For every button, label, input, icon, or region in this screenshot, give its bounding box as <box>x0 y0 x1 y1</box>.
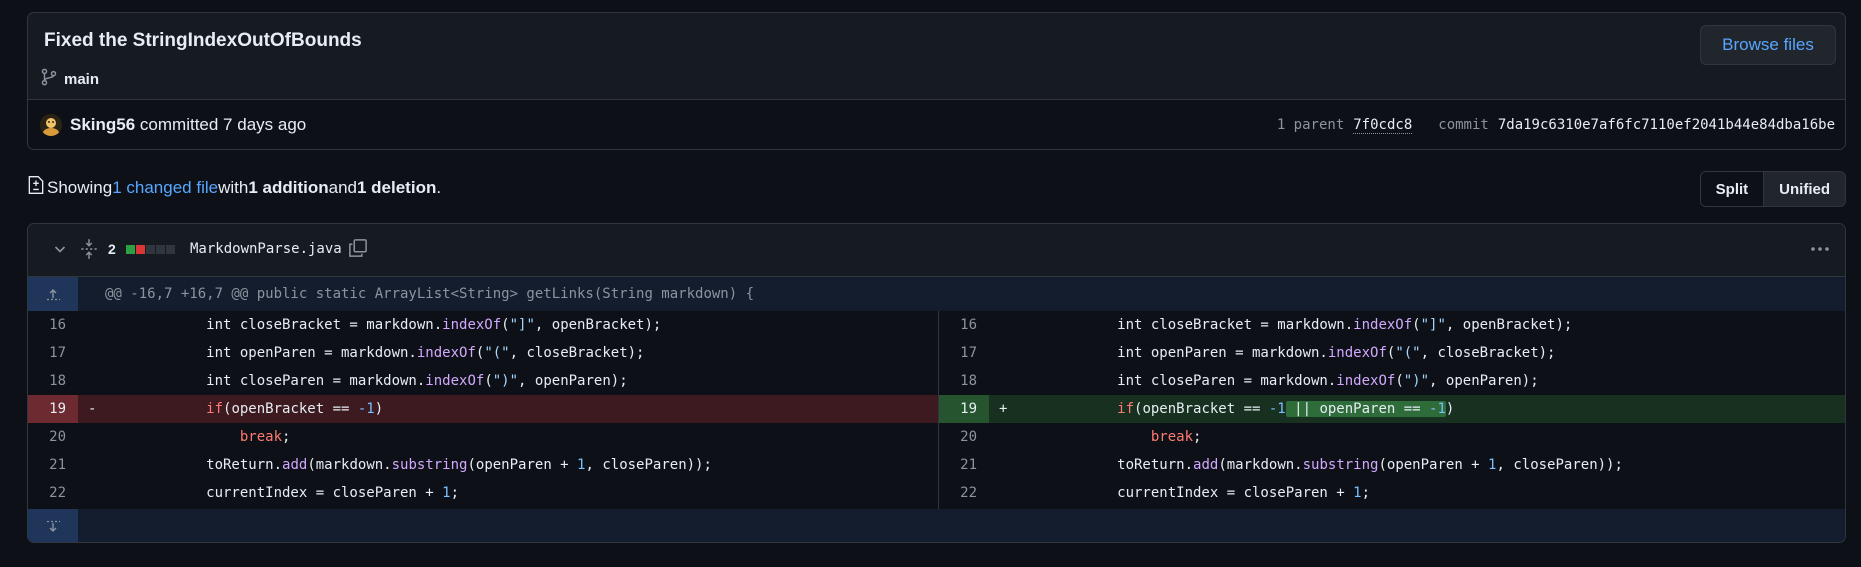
chevron-down-icon[interactable] <box>52 241 68 262</box>
line-number[interactable]: 21 <box>28 451 78 479</box>
commit-title: Fixed the StringIndexOutOfBounds <box>44 30 362 51</box>
addition-sign: + <box>999 401 1008 417</box>
code-line: break; <box>239 429 291 445</box>
line-number[interactable]: 19 <box>939 395 989 423</box>
code-line: int closeBracket = markdown.indexOf("]",… <box>1016 317 1573 333</box>
line-number[interactable]: 22 <box>939 479 989 507</box>
line-number[interactable]: 19 <box>28 395 78 423</box>
unified-view-button[interactable]: Unified <box>1764 172 1845 206</box>
expand-up-icon[interactable] <box>28 277 78 311</box>
code-line: int openParen = markdown.indexOf("(", cl… <box>1016 345 1556 361</box>
code-line: if(openBracket == -1 || openParen == -1) <box>1117 401 1455 417</box>
code-line: int closeBracket = markdown.indexOf("]",… <box>105 317 662 333</box>
summary-with: with <box>218 177 249 197</box>
diff-line-added: 19 + if(openBracket == -1 || openParen =… <box>939 395 1845 423</box>
diff-line: 18 int closeParen = markdown.indexOf(")"… <box>939 367 1845 395</box>
hunk-footer <box>28 509 1845 542</box>
changed-files-link[interactable]: 1 changed file <box>112 178 218 198</box>
git-branch-icon <box>40 68 58 91</box>
diff-line: 22 currentIndex = closeParen + 1; <box>28 479 938 507</box>
branch-indicator[interactable]: main <box>40 68 99 91</box>
copy-icon[interactable] <box>348 238 368 263</box>
line-number[interactable]: 16 <box>939 311 989 339</box>
commit-meta-bar: Sking56 committed 7 days ago 1 parent 7f… <box>28 99 1845 149</box>
line-number[interactable]: 16 <box>28 311 78 339</box>
file-diff: 2 MarkdownParse.java @@ -16,7 +16,7 @@ p… <box>27 223 1846 543</box>
author-name[interactable]: Sking56 <box>70 115 135 134</box>
code-line: int closeParen = markdown.indexOf(")", o… <box>105 373 628 389</box>
code-line: toReturn.add(markdown.substring(openPare… <box>105 457 712 473</box>
file-diff-icon <box>27 175 45 200</box>
diff-line: 16 int closeBracket = markdown.indexOf("… <box>28 311 938 339</box>
diff-left-pane: 16 int closeBracket = markdown.indexOf("… <box>28 311 938 509</box>
line-number[interactable]: 18 <box>28 367 78 395</box>
summary-suffix: . <box>436 177 442 197</box>
code-line: currentIndex = closeParen + 1; <box>105 485 460 501</box>
diff-line: 20 break; <box>939 423 1845 451</box>
diff-line: 22 currentIndex = closeParen + 1; <box>939 479 1845 507</box>
expand-down-icon[interactable] <box>28 509 78 542</box>
parent-sha-link[interactable]: 7f0cdc8 <box>1353 117 1413 134</box>
diff-line: 18 int closeParen = markdown.indexOf(")"… <box>28 367 938 395</box>
line-number[interactable]: 21 <box>939 451 989 479</box>
browse-files-button[interactable]: Browse files <box>1700 25 1836 65</box>
code-line: if(openBracket == -1) <box>206 401 384 417</box>
summary-prefix: Showing <box>47 177 113 197</box>
summary-and: and <box>328 177 357 197</box>
diff-line: 21 toReturn.add(markdown.substring(openP… <box>28 451 938 479</box>
commit-sha-info: 1 parent 7f0cdc8 commit 7da19c6310e7af6f… <box>1277 117 1835 134</box>
additions-count: 1 addition <box>248 177 329 197</box>
line-number[interactable]: 20 <box>28 423 78 451</box>
code-line: int openParen = markdown.indexOf("(", cl… <box>105 345 645 361</box>
branch-name: main <box>64 71 100 88</box>
line-number[interactable]: 18 <box>939 367 989 395</box>
line-number[interactable]: 20 <box>939 423 989 451</box>
commit-header: Fixed the StringIndexOutOfBounds main Br… <box>27 12 1846 150</box>
commit-author-line: Sking56 committed 7 days ago <box>70 115 306 135</box>
diff-line: 17 int openParen = markdown.indexOf("(",… <box>28 339 938 367</box>
inline-addition-highlight: || openParen == -1 <box>1285 401 1446 417</box>
commit-label: commit <box>1438 117 1489 133</box>
diff-line: 20 break; <box>28 423 938 451</box>
deletion-sign: - <box>88 401 97 417</box>
commit-sha: 7da19c6310e7af6fc7110ef2041b44e84dba16be <box>1497 117 1835 133</box>
commit-time-text: committed 7 days ago <box>135 115 307 134</box>
hunk-header-text: @@ -16,7 +16,7 @@ public static ArrayLis… <box>105 286 755 302</box>
diffstat-blocks <box>126 245 175 254</box>
file-header: 2 MarkdownParse.java <box>28 224 1845 277</box>
code-line: int closeParen = markdown.indexOf(")", o… <box>1016 373 1539 389</box>
diff-view-toggle: Split Unified <box>1699 171 1846 207</box>
line-number[interactable]: 17 <box>939 339 989 367</box>
kebab-icon[interactable] <box>1809 238 1831 266</box>
line-number[interactable]: 22 <box>28 479 78 507</box>
diff-line-deleted: 19 - if(openBracket == -1) <box>28 395 938 423</box>
hunk-header: @@ -16,7 +16,7 @@ public static ArrayLis… <box>28 277 1845 311</box>
code-line: currentIndex = closeParen + 1; <box>1016 485 1371 501</box>
diff-right-pane: 16 int closeBracket = markdown.indexOf("… <box>938 311 1845 509</box>
avatar[interactable] <box>40 114 62 136</box>
diff-line: 16 int closeBracket = markdown.indexOf("… <box>939 311 1845 339</box>
code-line: toReturn.add(markdown.substring(openPare… <box>1016 457 1623 473</box>
file-name[interactable]: MarkdownParse.java <box>190 241 342 257</box>
diff-summary: Showing 1 changed file with 1 addition a… <box>27 175 441 200</box>
code-line: break; <box>1150 429 1202 445</box>
diff-line: 17 int openParen = markdown.indexOf("(",… <box>939 339 1845 367</box>
parent-label: 1 parent <box>1276 117 1345 133</box>
diff-line: 21 toReturn.add(markdown.substring(openP… <box>939 451 1845 479</box>
line-number[interactable]: 17 <box>28 339 78 367</box>
deletions-count: 1 deletion <box>356 177 437 197</box>
split-view-button[interactable]: Split <box>1700 172 1765 206</box>
change-count: 2 <box>108 241 116 257</box>
expand-icon[interactable] <box>80 238 98 265</box>
